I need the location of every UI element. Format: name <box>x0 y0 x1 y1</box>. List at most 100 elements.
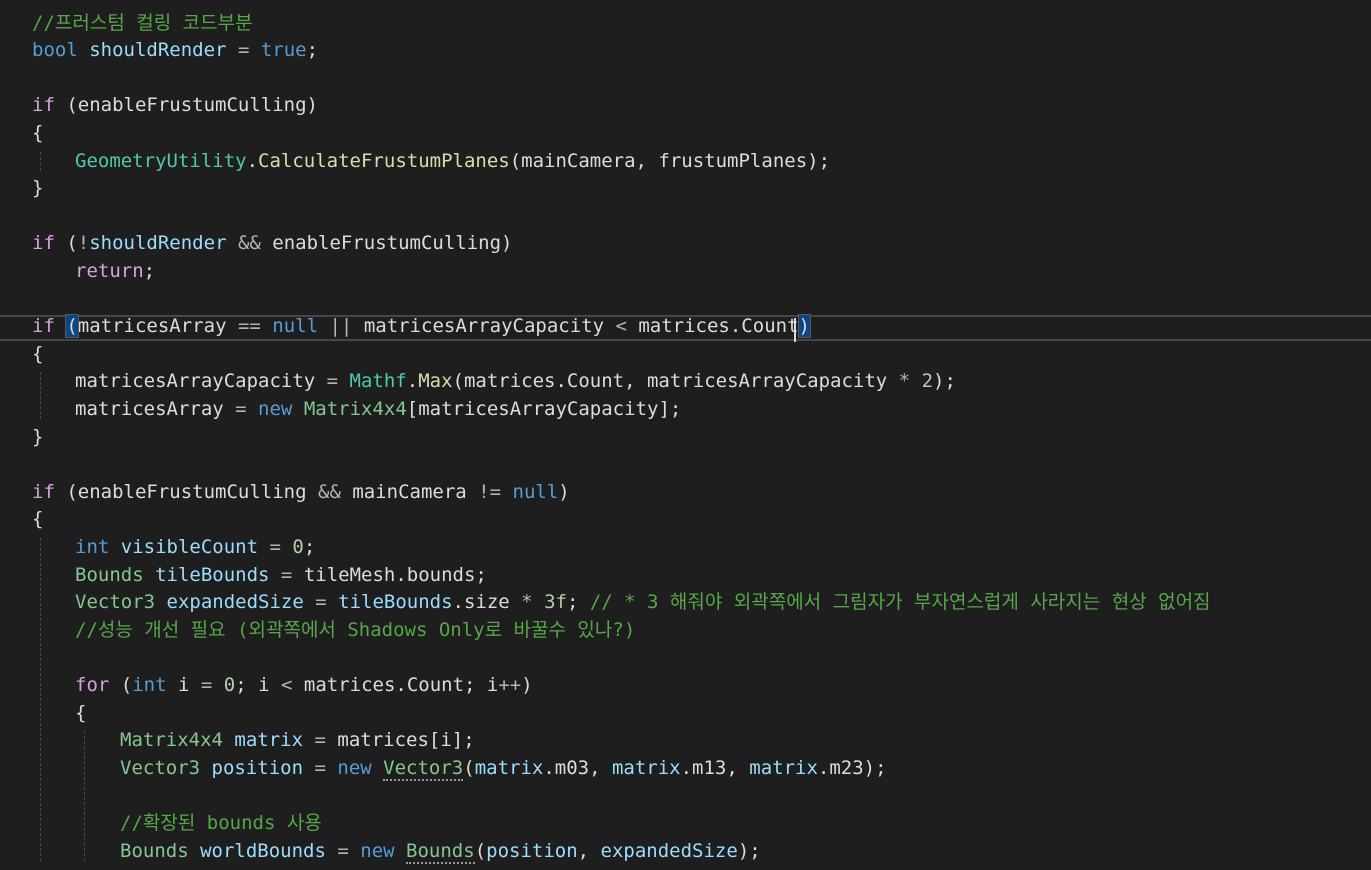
code-line-text: int visibleCount = 0; <box>75 534 315 562</box>
code-line-text: Vector3 position = new Vector3(matrix.m0… <box>120 755 887 783</box>
code-token: Max <box>418 370 453 393</box>
code-line[interactable]: int visibleCount = 0; <box>0 534 1371 562</box>
code-token: ) <box>558 480 570 503</box>
code-line[interactable]: Vector3 expandedSize = tileBounds.size *… <box>0 589 1371 617</box>
code-line[interactable]: } <box>0 424 1371 452</box>
code-token: Vector3 <box>120 756 201 779</box>
code-token: ); <box>933 370 956 393</box>
code-token: if <box>32 315 55 338</box>
code-line[interactable]: if (enableFrustumCulling && mainCamera !… <box>0 479 1371 507</box>
code-token: //프러스텀 컬링 코드부분 <box>32 11 253 34</box>
code-token: int <box>132 673 167 696</box>
code-token: position <box>211 756 304 779</box>
code-token: Bounds <box>120 839 189 862</box>
code-token: ) <box>521 673 533 696</box>
code-token: matrix <box>474 756 544 779</box>
code-token: null <box>512 480 559 503</box>
code-token: (enableFrustumCulling <box>54 480 318 503</box>
code-line[interactable] <box>0 286 1371 314</box>
code-line[interactable] <box>0 65 1371 93</box>
code-editor[interactable]: //프러스텀 컬링 코드부분 bool shouldRender = true; i… <box>0 0 1371 870</box>
code-token: { <box>32 342 44 365</box>
code-token: .m23); <box>817 756 887 779</box>
code-token: ) <box>797 314 812 339</box>
code-token: matrix <box>234 729 304 752</box>
code-token: = <box>303 729 338 752</box>
code-line[interactable]: { <box>0 700 1371 728</box>
code-line[interactable]: Matrix4x4 matrix = matrices[i]; <box>0 727 1371 755</box>
code-line[interactable]: for (int i = 0; i < matrices.Count; i++) <box>0 672 1371 700</box>
code-token: ! <box>77 232 90 255</box>
code-token: * <box>898 370 911 393</box>
code-line[interactable]: { <box>0 341 1371 369</box>
code-token: mainCamera <box>340 480 479 503</box>
code-token: new <box>337 756 372 779</box>
code-line-text: Matrix4x4 matrix = matrices[i]; <box>120 727 475 755</box>
code-line[interactable]: { <box>0 506 1371 534</box>
code-token: ( <box>109 673 133 696</box>
code-line[interactable]: matricesArray = new Matrix4x4[matricesAr… <box>0 396 1371 424</box>
code-line[interactable]: if (!shouldRender && enableFrustumCullin… <box>0 230 1371 258</box>
code-token: ; i <box>235 673 281 696</box>
code-token: . <box>406 370 419 393</box>
code-token: 2 <box>921 370 934 393</box>
code-line[interactable]: Vector3 position = new Vector3(matrix.m0… <box>0 755 1371 783</box>
code-token: int <box>75 535 110 558</box>
code-line-text: if (matricesArray == null || matricesArr… <box>32 313 812 341</box>
code-token: matrices.Count; i <box>292 673 499 696</box>
code-token: ; <box>303 535 316 558</box>
code-token: if <box>32 480 55 503</box>
code-line[interactable]: matricesArrayCapacity = Mathf.Max(matric… <box>0 368 1371 396</box>
code-line[interactable]: { <box>0 120 1371 148</box>
code-line-text: //성능 개선 필요 (외곽쪽에서 Shadows Only로 바꿀수 있나?) <box>75 617 635 645</box>
code-line[interactable] <box>0 644 1371 672</box>
code-line[interactable]: } <box>0 175 1371 203</box>
code-line[interactable]: //성능 개선 필요 (외곽쪽에서 Shadows Only로 바꿀수 있나?) <box>0 617 1371 645</box>
code-token: if <box>32 94 55 117</box>
code-line-text: Vector3 expandedSize = tileBounds.size *… <box>75 589 1211 617</box>
code-line-text: matricesArrayCapacity = Mathf.Max(matric… <box>75 368 956 396</box>
code-token: = <box>223 397 259 420</box>
code-line[interactable]: Bounds tileBounds = tileMesh.bounds; <box>0 562 1371 590</box>
code-token: ( <box>474 839 487 862</box>
code-token: (enableFrustumCulling) <box>54 94 318 117</box>
code-line[interactable]: bool shouldRender = true; <box>0 37 1371 65</box>
code-line[interactable] <box>0 203 1371 231</box>
code-line[interactable]: Bounds worldBounds = new Bounds(position… <box>0 838 1371 866</box>
code-token: tileMesh.bounds; <box>303 563 487 586</box>
code-line[interactable]: //프러스텀 컬링 코드부분 <box>0 10 1371 38</box>
code-line-text: Bounds worldBounds = new Bounds(position… <box>120 838 761 866</box>
code-line-text: //프러스텀 컬링 코드부분 <box>32 10 253 38</box>
code-line-text: GeometryUtility.CalculateFrustumPlanes(m… <box>75 148 830 176</box>
code-line-text: } <box>32 424 43 452</box>
code-line[interactable] <box>0 451 1371 479</box>
code-token: . <box>246 149 259 172</box>
code-token: && <box>226 232 273 255</box>
code-line[interactable]: GeometryUtility.CalculateFrustumPlanes(m… <box>0 148 1371 176</box>
code-line[interactable] <box>0 782 1371 810</box>
code-line[interactable]: //확장된 bounds 사용 <box>0 810 1371 838</box>
code-token: GeometryUtility <box>75 149 247 172</box>
code-line[interactable]: return; <box>0 258 1371 286</box>
code-token: = <box>303 591 339 614</box>
code-line[interactable]: if (matricesArray == null || matricesArr… <box>0 313 1371 341</box>
code-token: matrices[i]; <box>337 729 475 752</box>
code-token: new <box>360 839 395 862</box>
code-token: i <box>166 673 201 696</box>
code-token: != <box>478 480 502 503</box>
code-line-text: { <box>32 506 43 534</box>
code-token: true <box>260 39 307 62</box>
code-token: { <box>32 121 44 144</box>
code-line[interactable]: if (enableFrustumCulling) <box>0 92 1371 120</box>
